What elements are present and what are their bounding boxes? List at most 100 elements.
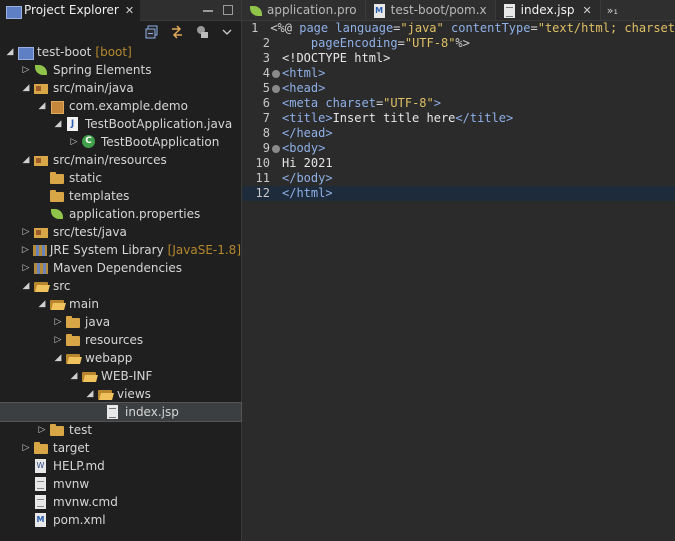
tree-item-web-inf[interactable]: ◢ WEB-INF (0, 367, 241, 385)
code-text: <head> (282, 81, 326, 95)
maven-xml-icon (33, 513, 49, 527)
close-icon[interactable]: ✕ (125, 4, 134, 17)
line-number: 11 (255, 171, 270, 185)
tab-overflow-button[interactable]: »₁ (601, 0, 624, 20)
collapsed-arrow-icon[interactable]: ▷ (51, 335, 65, 345)
fold-marker-icon[interactable] (272, 85, 280, 93)
tree-item-test-boot[interactable]: ◢ test-boot [boot] (0, 43, 241, 61)
expanded-arrow-icon[interactable]: ◢ (51, 119, 65, 129)
tree-item-label: WEB-INF (101, 369, 153, 383)
expanded-arrow-icon[interactable]: ◢ (35, 299, 49, 309)
fold-marker-icon[interactable] (272, 70, 280, 78)
tree-item-label: mvnw (53, 477, 90, 491)
code-line: 4 <html> (242, 66, 675, 81)
tree-item-src-test-java[interactable]: ▷ src/test/java (0, 223, 241, 241)
tree-item-mvnw-cmd[interactable]: mvnw.cmd (0, 493, 241, 511)
collapsed-arrow-icon[interactable]: ▷ (35, 425, 49, 435)
spring-leaf-icon (33, 63, 49, 77)
tree-item-maven-dependencies[interactable]: ▷ Maven Dependencies (0, 259, 241, 277)
collapse-all-icon[interactable] (144, 25, 160, 39)
folder-icon (49, 171, 65, 185)
tree-item-label: mvnw.cmd (53, 495, 118, 509)
tree-item-label: java (85, 315, 111, 329)
tree-item-label: src/main/resources (53, 153, 167, 167)
tree-item-application-properties[interactable]: application.properties (0, 205, 241, 223)
tree-item-webapp[interactable]: ◢ webapp (0, 349, 241, 367)
expanded-arrow-icon[interactable]: ◢ (67, 371, 81, 381)
tree-item-pom-xml[interactable]: pom.xml (0, 511, 241, 529)
minimize-icon[interactable] (203, 5, 213, 15)
expanded-arrow-icon[interactable]: ◢ (19, 83, 33, 93)
tree-item-label: resources (85, 333, 144, 347)
tree-item-help-md[interactable]: HELP.md (0, 457, 241, 475)
project-tree: ◢ test-boot [boot] ▷ Spring Elements ◢ s… (0, 43, 242, 529)
tab-pom-xml[interactable]: test-boot/pom.x (366, 0, 496, 20)
code-line: 1 <%@ page language="java" contentType="… (242, 21, 675, 36)
folder-icon (49, 423, 65, 437)
view-menu-chevron-down-icon[interactable] (219, 25, 235, 39)
code-text: pageEncoding="UTF-8"%> (310, 36, 470, 50)
project-explorer-panel: Project Explorer ✕ ◢ test-boot [boot] ▷ … (0, 0, 242, 541)
filters-icon[interactable] (194, 25, 210, 39)
tree-item-decoration: [JavaSE-1.8] (167, 243, 241, 257)
tree-item-resources[interactable]: ▷ resources (0, 331, 241, 349)
tree-item-label: main (69, 297, 99, 311)
source-folder-icon (33, 153, 49, 167)
tree-item-index-jsp[interactable]: index.jsp (0, 402, 242, 422)
expanded-arrow-icon[interactable]: ◢ (83, 389, 97, 399)
expanded-arrow-icon[interactable]: ◢ (19, 281, 33, 291)
line-number: 7 (262, 111, 270, 125)
package-icon (49, 99, 65, 114)
collapsed-arrow-icon[interactable]: ▷ (19, 245, 32, 255)
tree-item-target[interactable]: ▷ target (0, 439, 241, 457)
tab-application-properties[interactable]: application.pro (242, 0, 366, 20)
expanded-arrow-icon[interactable]: ◢ (35, 101, 49, 111)
expanded-arrow-icon[interactable]: ◢ (19, 155, 33, 165)
tab-label: application.pro (267, 3, 357, 17)
close-icon[interactable]: ✕ (583, 4, 592, 17)
text-file-icon (33, 495, 49, 509)
tree-item-static[interactable]: static (0, 169, 241, 187)
tree-item-java[interactable]: ▷ java (0, 313, 241, 331)
expanded-arrow-icon[interactable]: ◢ (3, 47, 17, 57)
markdown-file-icon (33, 459, 49, 473)
jsp-file-icon (105, 405, 121, 419)
collapsed-arrow-icon[interactable]: ▷ (19, 443, 33, 453)
code-text: <title>Insert title here</title> (282, 111, 514, 125)
tree-item-test[interactable]: ▷ test (0, 421, 241, 439)
line-number: 12 (255, 186, 270, 200)
tree-item-main[interactable]: ◢ main (0, 295, 241, 313)
collapsed-arrow-icon[interactable]: ▷ (67, 137, 81, 147)
collapsed-arrow-icon[interactable]: ▷ (51, 317, 65, 327)
tree-item-testbootapplication-java[interactable]: ◢ TestBootApplication.java (0, 115, 241, 133)
code-editor[interactable]: 1 <%@ page language="java" contentType="… (242, 21, 675, 201)
tree-item-com-example-demo[interactable]: ◢ com.example.demo (0, 97, 241, 115)
code-text: </html> (282, 186, 333, 200)
tree-item-label: index.jsp (125, 405, 179, 419)
folder-icon (65, 333, 81, 347)
tab-index-jsp[interactable]: index.jsp ✕ (495, 0, 601, 20)
collapsed-arrow-icon[interactable]: ▷ (19, 227, 33, 237)
code-text: </body> (282, 171, 333, 185)
project-explorer-tab-label: Project Explorer (24, 3, 119, 17)
code-line: 8 </head> (242, 126, 675, 141)
collapsed-arrow-icon[interactable]: ▷ (19, 65, 33, 75)
tree-item-src[interactable]: ◢ src (0, 277, 241, 295)
tree-item-views[interactable]: ◢ views (0, 385, 241, 403)
maximize-icon[interactable] (223, 5, 233, 15)
tree-item-src-main-java[interactable]: ◢ src/main/java (0, 79, 241, 97)
tree-item-jre-system-library[interactable]: ▷ JRE System Library [JavaSE-1.8] (0, 241, 241, 259)
tree-item-mvnw[interactable]: mvnw (0, 475, 241, 493)
maven-xml-icon (372, 4, 386, 18)
tree-item-src-main-resources[interactable]: ◢ src/main/resources (0, 151, 241, 169)
collapsed-arrow-icon[interactable]: ▷ (19, 263, 33, 273)
fold-marker-icon[interactable] (272, 145, 280, 153)
tree-item-label: templates (69, 189, 130, 203)
tree-item-templates[interactable]: templates (0, 187, 241, 205)
tree-item-testbootapplication-class[interactable]: ▷ TestBootApplication (0, 133, 241, 151)
tree-item-label: test (69, 423, 93, 437)
expanded-arrow-icon[interactable]: ◢ (51, 353, 65, 363)
link-with-editor-icon[interactable] (169, 25, 185, 39)
project-explorer-tab[interactable]: Project Explorer ✕ (0, 0, 141, 21)
tree-item-spring-elements[interactable]: ▷ Spring Elements (0, 61, 241, 79)
